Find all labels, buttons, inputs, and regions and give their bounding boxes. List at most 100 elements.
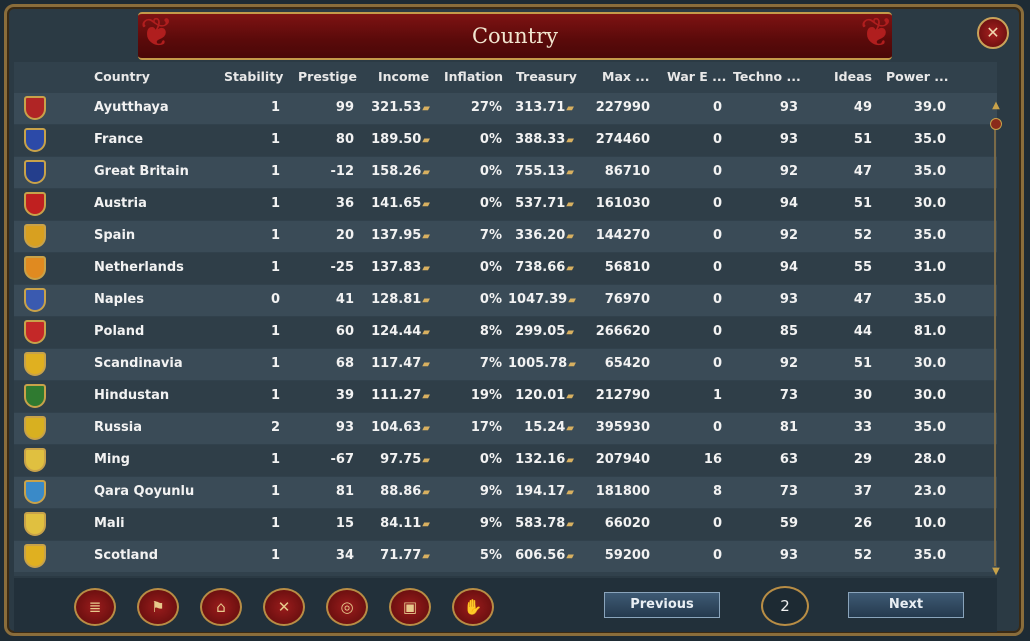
cell-max: 181800 <box>584 484 650 499</box>
cell-power: 10.0 <box>880 516 946 531</box>
cell-name[interactable]: Poland <box>94 324 204 339</box>
table-row[interactable]: Qara Qoyunlu 1 81 88.86▰ 9% 194.17▰ 181800 8 73 3… <box>14 477 997 508</box>
country-shield-icon[interactable] <box>24 352 46 376</box>
country-shield-icon[interactable] <box>24 480 46 504</box>
previous-button[interactable]: Previous <box>604 592 720 618</box>
table-row[interactable]: Ayutthaya 1 99 321.53▰ 27% 313.71▰ 227990 0 93 49… <box>14 93 997 124</box>
scroll-down-arrow-icon[interactable]: ▼ <box>990 566 1002 578</box>
next-button[interactable]: Next <box>848 592 964 618</box>
table-row[interactable]: Mali 1 15 84.11▰ 9% 583.78▰ 66020 0 59 26 10.0 <box>14 509 997 540</box>
cell-ideas: 52 <box>814 548 872 563</box>
scroll-up-arrow-icon[interactable]: ▲ <box>990 100 1002 112</box>
cell-name[interactable]: Spain <box>94 228 204 243</box>
cell-name[interactable]: Ayutthaya <box>94 100 204 115</box>
cell-name[interactable]: France <box>94 132 204 147</box>
crate-icon[interactable]: ▣ <box>389 588 431 626</box>
column-header-war[interactable]: War E ... <box>667 69 726 84</box>
buildings-icon[interactable]: ⌂ <box>200 588 242 626</box>
cell-stability: 1 <box>210 356 280 371</box>
prestige-value: 34 <box>335 548 354 563</box>
column-header-income[interactable]: Income <box>378 69 429 84</box>
country-shield-icon[interactable] <box>24 416 46 440</box>
inflation-value: 17% <box>470 420 502 435</box>
cell-inflation: 8% <box>438 324 502 339</box>
cell-war: 0 <box>662 196 722 211</box>
table-row[interactable]: Hindustan 1 39 111.27▰ 19% 120.01▰ 212790 1 73 30… <box>14 381 997 412</box>
cell-name[interactable]: Ming <box>94 452 204 467</box>
table-row[interactable]: Scandinavia 1 68 117.47▰ 7% 1005.78▰ 65420 0 92 5… <box>14 349 997 380</box>
cell-name[interactable]: Hindustan <box>94 388 204 403</box>
country-shield-icon[interactable] <box>24 160 46 184</box>
cell-name[interactable]: Mali <box>94 516 204 531</box>
scroll-thumb[interactable] <box>990 118 1002 130</box>
cell-war: 0 <box>662 100 722 115</box>
column-header-name[interactable]: Country <box>94 69 150 84</box>
column-header-treasury[interactable]: Treasury <box>516 69 577 84</box>
country-shield-icon[interactable] <box>24 544 46 568</box>
column-header-power[interactable]: Power ... <box>886 69 949 84</box>
stability-value: 1 <box>270 324 280 339</box>
crossed-swords-icon[interactable]: ✕ <box>263 588 305 626</box>
treasury-value: 755.13 <box>515 164 566 179</box>
country-shield-icon[interactable] <box>24 128 46 152</box>
name-value: Naples <box>94 292 144 307</box>
war-value: 1 <box>712 388 722 403</box>
cell-prestige: 39 <box>290 388 354 403</box>
column-header-stability[interactable]: Stability <box>224 69 283 84</box>
table-row[interactable]: Netherlands 1 -25 137.83▰ 0% 738.66▰ 56810 0 94 5… <box>14 253 997 284</box>
column-header-ideas[interactable]: Ideas <box>834 69 872 84</box>
country-shield-icon[interactable] <box>24 288 46 312</box>
cell-ideas: 51 <box>814 132 872 147</box>
scrollbar[interactable]: ▲ ▼ <box>990 100 1002 580</box>
table-row[interactable]: Scotland 1 34 71.77▰ 5% 606.56▰ 59200 0 93 52 35.0 <box>14 541 997 572</box>
country-shield-icon[interactable] <box>24 256 46 280</box>
cell-name[interactable]: Netherlands <box>94 260 204 275</box>
cell-max: 59200 <box>584 548 650 563</box>
cell-name[interactable]: Austria <box>94 196 204 211</box>
cell-name[interactable]: Great Britain <box>94 164 204 179</box>
cell-name[interactable]: Scotland <box>94 548 204 563</box>
stability-value: 1 <box>270 228 280 243</box>
cell-name[interactable]: Russia <box>94 420 204 435</box>
gold-coin-icon: ▰ <box>422 167 430 178</box>
country-shield-icon[interactable] <box>24 96 46 120</box>
cell-ideas: 26 <box>814 516 872 531</box>
cell-name[interactable]: Scandinavia <box>94 356 204 371</box>
country-shield-icon[interactable] <box>24 448 46 472</box>
ledger-icon[interactable]: ≣ <box>74 588 116 626</box>
column-header-max[interactable]: Max ... <box>602 69 650 84</box>
country-shield-icon[interactable] <box>24 512 46 536</box>
table-row[interactable]: France 1 80 189.50▰ 0% 388.33▰ 274460 0 93 51 35.0 <box>14 125 997 156</box>
tech-value: 73 <box>779 388 798 403</box>
table-row[interactable]: Ming 1 -67 97.75▰ 0% 132.16▰ 207940 16 63 29 28.0 <box>14 445 997 476</box>
column-header-prestige[interactable]: Prestige <box>298 69 357 84</box>
table-row[interactable]: Poland 1 60 124.44▰ 8% 299.05▰ 266620 0 85 44 81.0 <box>14 317 997 348</box>
cell-tech: 93 <box>726 292 798 307</box>
cell-stability: 1 <box>210 100 280 115</box>
inflation-value: 5% <box>479 548 502 563</box>
cell-stability: 1 <box>210 196 280 211</box>
cell-treasury: 755.13▰ <box>508 164 574 179</box>
inflation-value: 0% <box>479 452 502 467</box>
table-row[interactable]: Spain 1 20 137.95▰ 7% 336.20▰ 144270 0 92 52 35.0 <box>14 221 997 252</box>
right-ribbon-ornament: ❦ <box>860 10 894 56</box>
coins-icon[interactable]: ◎ <box>326 588 368 626</box>
cell-name[interactable]: Naples <box>94 292 204 307</box>
close-button[interactable]: ✕ <box>977 17 1009 49</box>
table-row[interactable]: Great Britain 1 -12 158.26▰ 0% 755.13▰ 86710 0 9… <box>14 157 997 188</box>
cell-name[interactable]: Qara Qoyunlu <box>94 484 204 499</box>
column-header-tech[interactable]: Techno ... <box>733 69 801 84</box>
cell-power: 23.0 <box>880 484 946 499</box>
table-row[interactable]: Naples 0 41 128.81▰ 0% 1047.39▰ 76970 0 93 47 35.0 <box>14 285 997 316</box>
flag-icon[interactable]: ⚑ <box>137 588 179 626</box>
country-shield-icon[interactable] <box>24 192 46 216</box>
column-header-inflation[interactable]: Inflation <box>444 69 503 84</box>
table-row[interactable]: Austria 1 36 141.65▰ 0% 537.71▰ 161030 0 94 51 30.… <box>14 189 997 220</box>
country-shield-icon[interactable] <box>24 384 46 408</box>
cell-inflation: 0% <box>438 292 502 307</box>
country-shield-icon[interactable] <box>24 320 46 344</box>
country-shield-icon[interactable] <box>24 224 46 248</box>
handshake-icon[interactable]: ✋ <box>452 588 494 626</box>
cell-treasury: 299.05▰ <box>508 324 574 339</box>
table-row[interactable]: Russia 2 93 104.63▰ 17% 15.24▰ 395930 0 81 33 35.0 <box>14 413 997 444</box>
